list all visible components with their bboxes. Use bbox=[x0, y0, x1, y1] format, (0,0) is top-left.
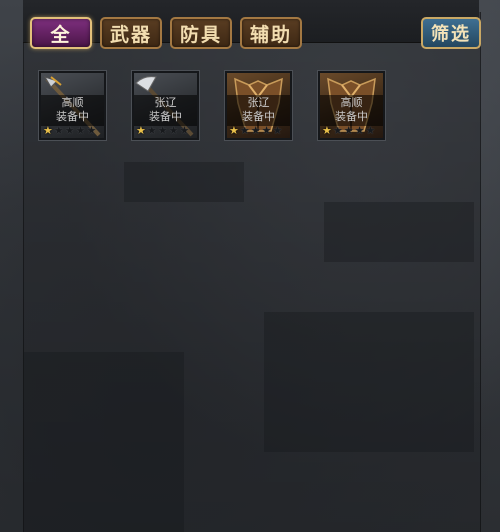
star-icon: ★ bbox=[86, 124, 97, 137]
star-icon: ★ bbox=[53, 124, 64, 137]
star-icon: ★ bbox=[332, 124, 343, 137]
tab-weapons[interactable]: 武器 bbox=[100, 17, 162, 49]
city-silhouette bbox=[124, 162, 244, 202]
hero-name: 张辽 bbox=[247, 96, 270, 109]
filter-button[interactable]: 筛选 bbox=[421, 17, 481, 49]
tab-armor[interactable]: 防具 bbox=[170, 17, 232, 49]
city-silhouette bbox=[264, 312, 474, 452]
star-rating: ★ ★ ★ ★ ★ bbox=[43, 125, 96, 137]
star-icon: ★ bbox=[168, 124, 179, 137]
tab-all[interactable]: 全 bbox=[30, 17, 92, 49]
hero-name: 张辽 bbox=[154, 96, 177, 109]
star-icon: ★ bbox=[75, 124, 86, 137]
equip-label: 高顺 装备中 bbox=[41, 95, 104, 126]
star-icon: ★ bbox=[136, 124, 146, 137]
equip-label: 张辽 装备中 bbox=[227, 95, 290, 126]
equip-status: 装备中 bbox=[242, 110, 275, 123]
star-icon: ★ bbox=[146, 124, 157, 137]
equip-status: 装备中 bbox=[335, 110, 368, 123]
star-icon: ★ bbox=[239, 124, 250, 137]
star-rating: ★ ★ ★ ★ ★ bbox=[136, 125, 189, 137]
star-icon: ★ bbox=[343, 124, 354, 137]
star-icon: ★ bbox=[157, 124, 168, 137]
star-icon: ★ bbox=[365, 124, 376, 137]
equipment-slot-blade[interactable]: 张辽 装备中 ★ ★ ★ ★ ★ bbox=[131, 70, 200, 141]
equip-label: 张辽 装备中 bbox=[134, 95, 197, 126]
equipment-slot-spear[interactable]: 高顺 装备中 ★ ★ ★ ★ ★ bbox=[38, 70, 107, 141]
equip-label: 高顺 装备中 bbox=[320, 95, 383, 126]
star-rating: ★ ★ ★ ★ ★ bbox=[322, 125, 375, 137]
equipment-slot-armor[interactable]: 张辽 装备中 ★ ★ ★ ★ ★ bbox=[224, 70, 293, 141]
star-icon: ★ bbox=[261, 124, 272, 137]
star-icon: ★ bbox=[322, 124, 332, 137]
hero-name: 高顺 bbox=[340, 96, 363, 109]
star-icon: ★ bbox=[354, 124, 365, 137]
equip-status: 装备中 bbox=[149, 110, 182, 123]
hero-name: 高顺 bbox=[61, 96, 84, 109]
star-icon: ★ bbox=[43, 124, 53, 137]
city-silhouette bbox=[24, 352, 184, 532]
city-silhouette bbox=[324, 202, 474, 262]
star-icon: ★ bbox=[250, 124, 261, 137]
star-icon: ★ bbox=[64, 124, 75, 137]
equipment-slot-armor[interactable]: 高顺 装备中 ★ ★ ★ ★ ★ bbox=[317, 70, 386, 141]
equip-status: 装备中 bbox=[56, 110, 89, 123]
star-icon: ★ bbox=[229, 124, 239, 137]
star-icon: ★ bbox=[179, 124, 190, 137]
star-rating: ★ ★ ★ ★ ★ bbox=[229, 125, 282, 137]
star-icon: ★ bbox=[272, 124, 283, 137]
tab-accessory[interactable]: 辅助 bbox=[240, 17, 302, 49]
